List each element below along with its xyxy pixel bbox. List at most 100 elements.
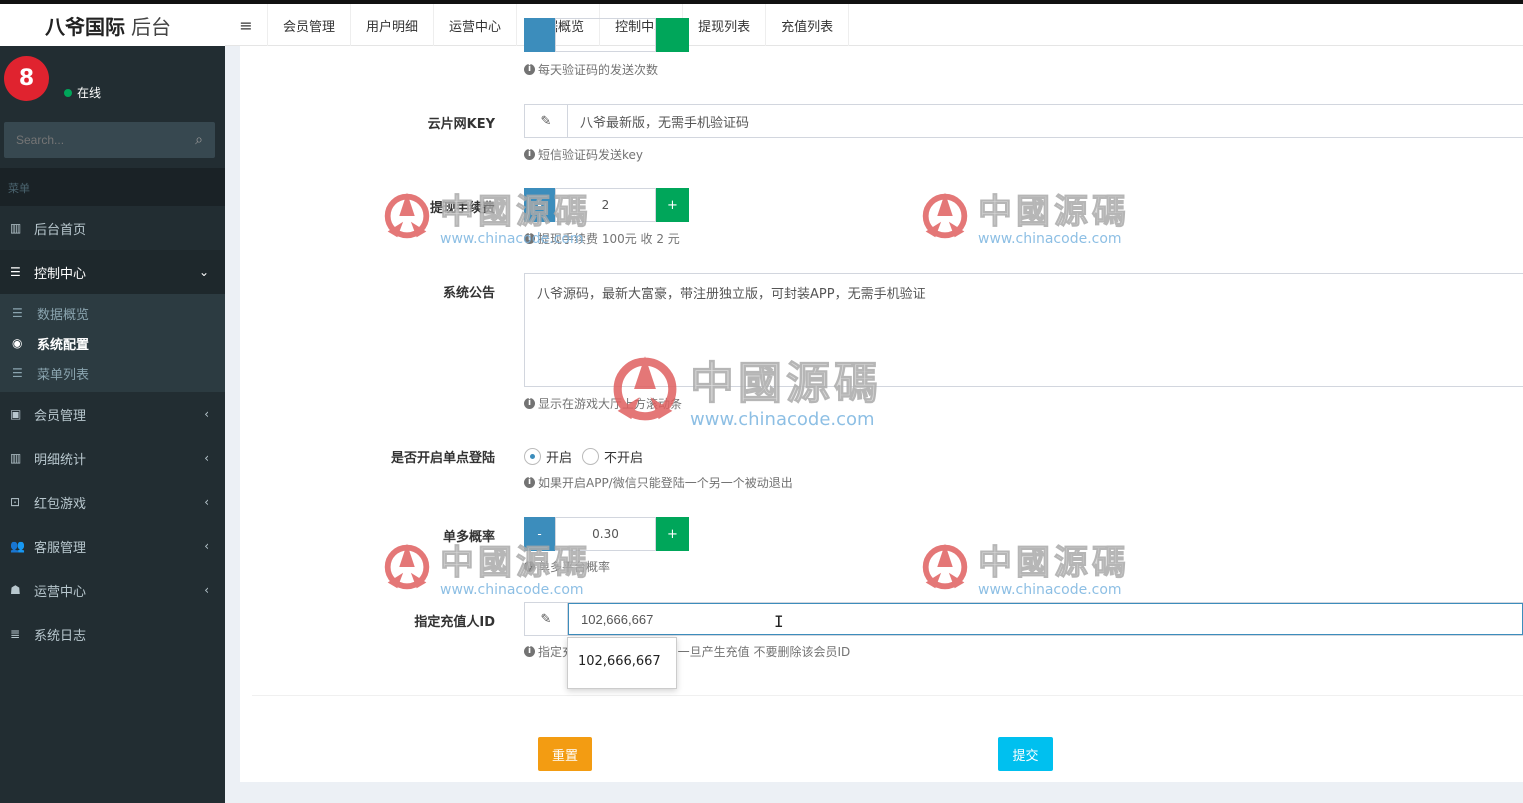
- chevron-left-icon: ‹: [204, 539, 209, 553]
- yunpian-input-group: ✎: [524, 104, 1523, 138]
- bars-icon: ☰: [12, 306, 23, 320]
- sidebar-item-label: 明细统计: [34, 452, 87, 468]
- notice-label: 系统公告: [442, 286, 495, 301]
- menu-toggle-icon[interactable]: ≡: [225, 4, 268, 46]
- nav-recharge-list[interactable]: 充值列表: [766, 4, 850, 46]
- sms-count-stepper: [524, 18, 689, 52]
- sidebar-item-label: 会员管理: [34, 408, 87, 424]
- sidebar-item-label: 客服管理: [34, 540, 87, 556]
- radio-label: 不开启: [604, 451, 644, 466]
- search-input[interactable]: [16, 133, 166, 147]
- radio-checked-icon: [524, 448, 541, 465]
- sidebar-item-control[interactable]: ☰ 控制中心 ⌄: [0, 250, 225, 294]
- notice-help: i 显示在游戏大厅上方滚动条: [524, 395, 682, 412]
- sso-on-radio[interactable]: 开启: [524, 447, 572, 466]
- medal-icon: ☗: [10, 583, 21, 597]
- help-text: 短信验证码发送key: [538, 148, 644, 162]
- sidebar-item-label: 系统日志: [34, 628, 87, 644]
- help-text: 单多平台概率: [538, 560, 611, 574]
- withdraw-fee-stepper: - 2 +: [524, 188, 689, 222]
- nav-withdraw-list[interactable]: 提现列表: [683, 4, 767, 46]
- recharge-id-input[interactable]: [568, 603, 1523, 635]
- yunpian-label: 云片网KEY: [427, 117, 495, 132]
- toggle-icon: ◉: [12, 336, 23, 350]
- config-form: i 每天验证码的发送次数 云片网KEY ✎ i 短信验证码发送key 提现手续费…: [252, 18, 1523, 696]
- info-icon: i: [524, 477, 535, 488]
- sidebar-subitem-overview[interactable]: ☰ 数据概览: [0, 298, 225, 328]
- radio-label: 开启: [546, 451, 573, 466]
- odds-stepper: - 0.30 +: [524, 517, 689, 551]
- odds-value[interactable]: 0.30: [555, 517, 656, 551]
- yunpian-help: i 短信验证码发送key: [524, 146, 643, 163]
- sidebar-item-service[interactable]: 👥 客服管理 ‹: [0, 524, 225, 568]
- main-content: i 每天验证码的发送次数 云片网KEY ✎ i 短信验证码发送key 提现手续费…: [240, 18, 1523, 782]
- radio-unchecked-icon: [582, 448, 599, 465]
- info-icon: i: [524, 233, 535, 244]
- plus-button[interactable]: +: [656, 517, 689, 551]
- odds-label: 单多概率: [442, 530, 495, 545]
- sidebar-item-stats[interactable]: ▥ 明细统计 ‹: [0, 436, 225, 480]
- online-dot-icon: [64, 88, 72, 97]
- help-text: 每天验证码的发送次数: [538, 63, 659, 77]
- withdraw-fee-label: 提现手续费: [429, 201, 495, 216]
- info-icon: i: [524, 64, 535, 75]
- sidebar-item-label: 红包游戏: [34, 496, 87, 512]
- brand-logo[interactable]: 八爷国际 后台: [0, 4, 225, 46]
- sidebar-subitem-config[interactable]: ◉ 系统配置: [0, 328, 225, 358]
- subitem-label: 系统配置: [37, 337, 90, 353]
- plus-button[interactable]: [656, 18, 689, 52]
- sms-help: i 每天验证码的发送次数: [524, 61, 658, 78]
- nav-user-detail[interactable]: 用户明细: [351, 4, 435, 46]
- sidebar-item-operation[interactable]: ☗ 运营中心 ‹: [0, 568, 225, 612]
- reset-button[interactable]: 重置: [538, 737, 592, 771]
- info-icon: i: [524, 646, 535, 657]
- brand-suffix: 后台: [131, 14, 171, 39]
- bar-chart-icon: ▥: [10, 221, 22, 235]
- search-icon[interactable]: ⌕: [195, 132, 203, 148]
- avatar: 8: [4, 56, 49, 101]
- badge-icon: ▣: [10, 407, 22, 421]
- plus-button[interactable]: +: [656, 188, 689, 222]
- subitem-label: 菜单列表: [37, 367, 90, 383]
- sms-count-value[interactable]: [555, 18, 656, 52]
- sso-label: 是否开启单点登陆: [390, 451, 495, 466]
- minus-button[interactable]: [524, 18, 555, 52]
- notice-textarea[interactable]: 八爷源码，最新大富豪，带注册独立版，可封装APP，无需手机验证: [524, 273, 1523, 387]
- sidebar-item-redpacket[interactable]: ⊡ 红包游戏 ‹: [0, 480, 225, 524]
- users-icon: 👥: [10, 539, 25, 553]
- gamepad-icon: ⊡: [10, 495, 21, 509]
- list-icon: ☰: [10, 265, 21, 279]
- odds-help: i 单多平台概率: [524, 558, 610, 575]
- bar-chart-icon: ▥: [10, 451, 22, 465]
- autocomplete-dropdown[interactable]: 102,666,667: [567, 637, 677, 689]
- chevron-left-icon: ‹: [204, 583, 209, 597]
- nav-member[interactable]: 会员管理: [268, 4, 352, 46]
- help-text: 提现手续费 100元 收 2 元: [538, 232, 680, 246]
- withdraw-fee-help: i 提现手续费 100元 收 2 元: [524, 230, 680, 247]
- control-submenu: ☰ 数据概览 ◉ 系统配置 ☰ 菜单列表: [0, 294, 225, 392]
- yunpian-key-input[interactable]: [568, 105, 1523, 137]
- sso-off-radio[interactable]: 不开启: [582, 447, 643, 466]
- sidebar-search: ⌕: [4, 122, 215, 158]
- withdraw-fee-value[interactable]: 2: [555, 188, 656, 222]
- minus-button[interactable]: -: [524, 188, 555, 222]
- chevron-left-icon: ‹: [204, 407, 209, 421]
- info-icon: i: [524, 398, 535, 409]
- sidebar-item-member[interactable]: ▣ 会员管理 ‹: [0, 392, 225, 436]
- sidebar-item-home[interactable]: ▥ 后台首页: [0, 206, 225, 250]
- sidebar: 8 在线 ⌕ 菜单 ▥ 后台首页 ☰ 控制中心 ⌄ ☰ 数据概览 ◉ 系统配置: [0, 46, 225, 803]
- sidebar-item-log[interactable]: ≣ 系统日志: [0, 612, 225, 656]
- sidebar-menu: ▥ 后台首页 ☰ 控制中心 ⌄ ☰ 数据概览 ◉ 系统配置 ☰ 菜单列表 ▣ 会…: [0, 206, 225, 656]
- nav-operation[interactable]: 运营中心: [434, 4, 518, 46]
- autocomplete-option[interactable]: 102,666,667: [578, 654, 661, 669]
- online-label: 在线: [77, 86, 102, 100]
- minus-button[interactable]: -: [524, 517, 555, 551]
- sidebar-subitem-menu-list[interactable]: ☰ 菜单列表: [0, 358, 225, 388]
- sso-help: i 如果开启APP/微信只能登陆一个另一个被动退出: [524, 474, 793, 491]
- database-icon: ≣: [10, 627, 21, 641]
- top-navbar: ≡ 会员管理 用户明细 运营中心 数据概览 控制中心 提现列表 充值列表: [225, 4, 1523, 46]
- pencil-icon: ✎: [525, 603, 568, 635]
- online-status: 在线: [64, 84, 101, 101]
- submit-button[interactable]: 提交: [998, 737, 1053, 771]
- chevron-left-icon: ‹: [204, 451, 209, 465]
